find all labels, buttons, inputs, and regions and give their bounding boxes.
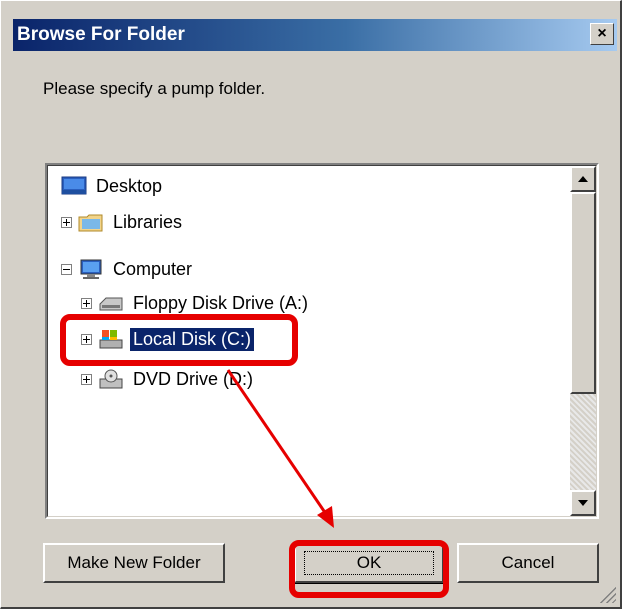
collapse-icon[interactable] xyxy=(61,263,72,275)
scroll-up-button[interactable] xyxy=(570,166,596,192)
tree-item-label: DVD Drive (D:) xyxy=(133,368,253,389)
tree-item-label: Libraries xyxy=(113,211,183,232)
vertical-scrollbar[interactable] xyxy=(570,166,596,516)
prompt-text: Please specify a pump folder. xyxy=(43,79,266,98)
annotation-highlight-ok xyxy=(289,540,449,598)
tree-item-label: Computer xyxy=(113,258,193,279)
tree-item-label: Floppy Disk Drive (A:) xyxy=(133,292,309,313)
arrow-down-icon xyxy=(578,500,588,506)
dialog-title: Browse For Folder xyxy=(17,24,185,45)
expand-icon[interactable] xyxy=(61,216,72,228)
desktop-icon xyxy=(61,175,87,197)
browse-for-folder-dialog: Browse For Folder × Please specify a pum… xyxy=(0,0,622,609)
tree-item-libraries[interactable]: Libraries xyxy=(61,207,185,237)
libraries-icon xyxy=(78,211,104,233)
make-new-folder-button[interactable]: Make New Folder xyxy=(43,543,225,583)
expand-icon[interactable] xyxy=(81,373,92,385)
close-icon: × xyxy=(597,25,607,42)
close-button[interactable]: × xyxy=(590,23,614,45)
make-new-folder-label: Make New Folder xyxy=(67,553,201,572)
tree-item-computer[interactable]: Computer xyxy=(61,254,195,284)
expand-icon[interactable] xyxy=(81,297,92,309)
annotation-highlight-local-disk xyxy=(60,314,298,366)
arrow-up-icon xyxy=(578,176,588,182)
tree-item-dvd-drive[interactable]: DVD Drive (D:) xyxy=(81,364,256,394)
dvd-drive-icon xyxy=(98,368,124,390)
cancel-label: Cancel xyxy=(501,553,555,572)
computer-icon xyxy=(78,258,104,280)
resize-grip[interactable] xyxy=(600,587,616,603)
tree-item-desktop[interactable]: Desktop xyxy=(61,171,165,201)
title-bar[interactable]: Browse For Folder × xyxy=(13,19,617,51)
scroll-down-button[interactable] xyxy=(570,490,596,516)
scroll-thumb[interactable] xyxy=(570,192,596,394)
floppy-drive-icon xyxy=(98,292,124,314)
tree-item-label: Desktop xyxy=(96,175,163,196)
cancel-button[interactable]: Cancel xyxy=(457,543,599,583)
